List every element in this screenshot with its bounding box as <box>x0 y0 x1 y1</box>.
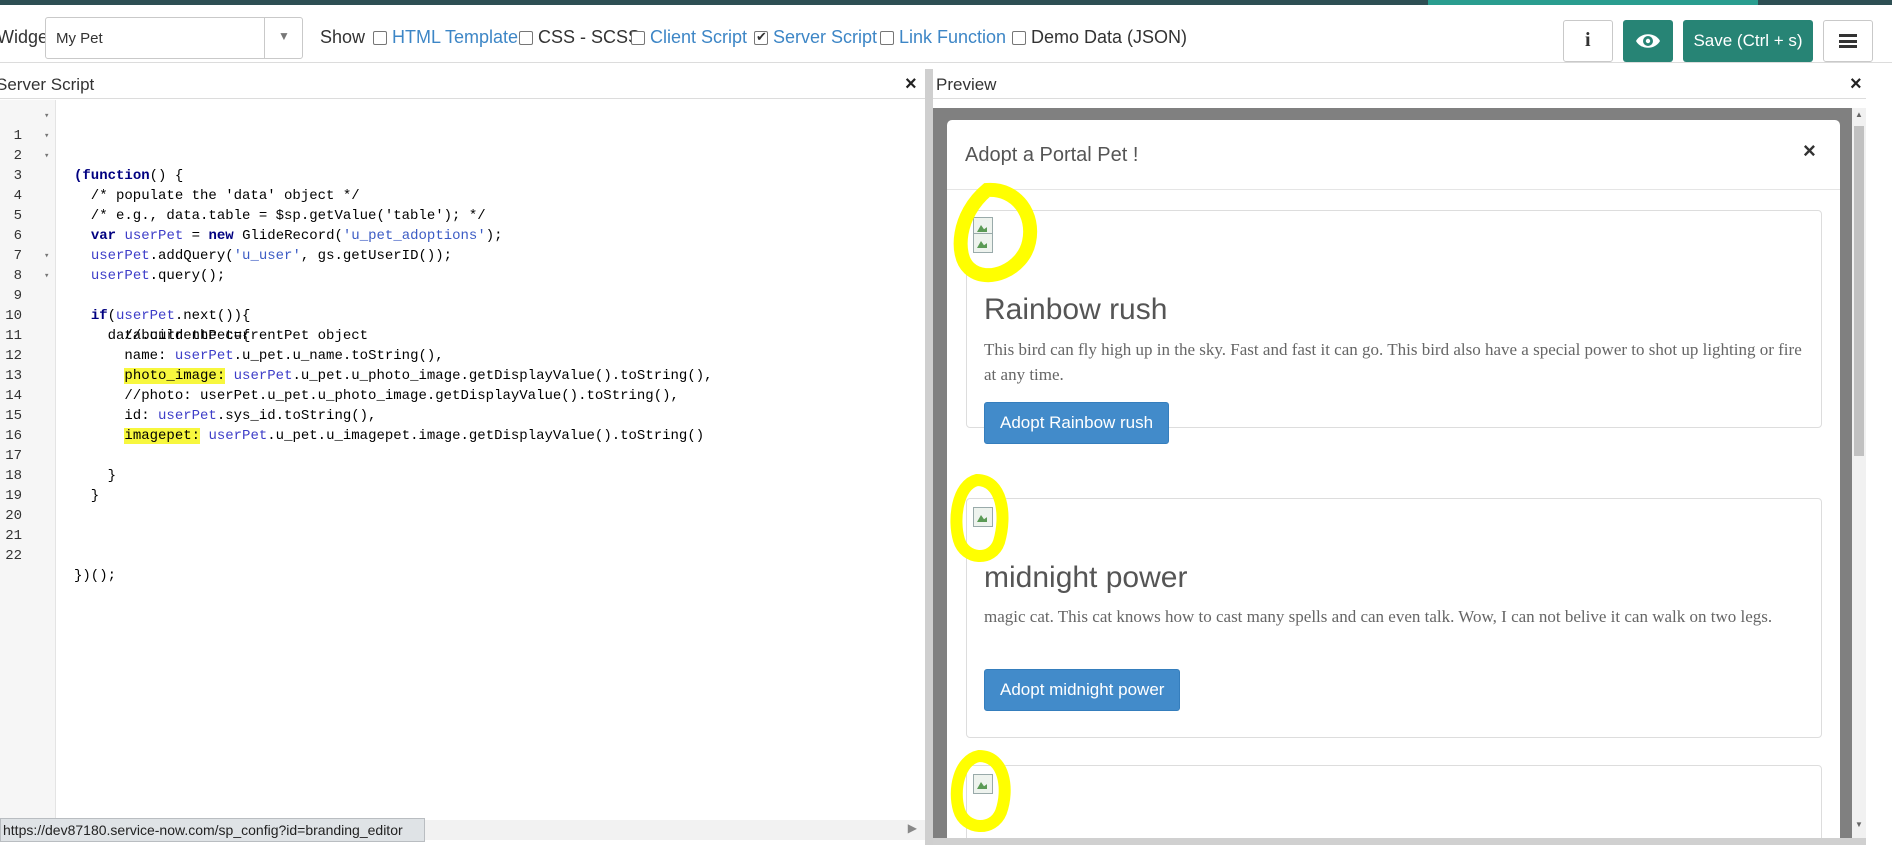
pet-name: Rainbow rush <box>984 293 1168 326</box>
code-line: 12 photo_image: userPet.u_pet.u_photo_im… <box>0 326 925 384</box>
checkbox-label: Client Script <box>650 27 748 47</box>
editor-horizontal-scrollbar[interactable]: ▶ <box>425 820 925 840</box>
pet-description: This bird can fly high up in the sky. Fa… <box>984 340 1802 384</box>
pet-description: magic cat. This cat knows how to cast ma… <box>984 607 1773 626</box>
code-line: 22 })(); <box>0 526 925 584</box>
pet-card <box>966 765 1822 845</box>
modal-title: Adopt a Portal Pet ! <box>965 144 1139 166</box>
modal-header: Adopt a Portal Pet ! × <box>947 120 1840 190</box>
checkbox-server-script[interactable]: Server Script <box>754 27 877 48</box>
widget-select-value: My Pet <box>56 30 103 47</box>
broken-image-icon <box>973 233 993 253</box>
fold-arrow-icon[interactable]: ▾ <box>44 146 49 166</box>
fold-arrow-icon[interactable]: ▾ <box>44 106 49 126</box>
hamburger-icon <box>1839 34 1857 48</box>
code-line: 1 ▾ (function() { <box>0 106 925 184</box>
preview-toggle-button[interactable] <box>1623 20 1673 62</box>
scrollbar-thumb[interactable] <box>1854 126 1864 456</box>
checkbox-label: Server Script <box>773 27 878 47</box>
code-line: 17 } <box>0 426 925 484</box>
editor-toolbar: Widget My Pet ▼ Show HTML Template CSS -… <box>0 5 1892 63</box>
close-icon[interactable]: × <box>905 73 917 96</box>
preview-bottom-edge <box>933 838 1866 845</box>
code-text: })(); <box>74 568 117 584</box>
code-line: 14 id: userPet.sys_id.toString(), <box>0 366 925 424</box>
checkbox-label: HTML Template <box>392 27 519 47</box>
line-number: 22 <box>5 548 22 564</box>
checkbox-box-checked[interactable] <box>754 29 768 45</box>
checkbox-css-scss[interactable]: CSS - SCSS <box>519 27 640 48</box>
menu-button[interactable] <box>1823 20 1873 62</box>
broken-image-icon <box>973 774 993 794</box>
code-line: 4 <box>0 166 925 204</box>
code-line: 16 <box>0 406 925 444</box>
checkbox-box[interactable] <box>880 30 894 45</box>
widget-select-arrow[interactable]: ▼ <box>264 18 302 58</box>
code-line: 3 ▾ /* e.g., data.table = $sp.getValue('… <box>0 146 925 224</box>
pet-name: midnight power <box>984 561 1188 594</box>
code-line: 18 } <box>0 446 925 504</box>
checkbox-label: CSS - SCSS <box>538 27 641 47</box>
checkbox-box[interactable] <box>519 30 533 45</box>
code-line: 9 ▾ data.currentPet={ <box>0 266 925 344</box>
code-line: 5 var userPet = new GlideRecord('u_pet_a… <box>0 186 925 244</box>
preview-header: Preview × <box>933 69 1866 99</box>
code-line: 8 ▾ if(userPet.next()){ <box>0 246 925 324</box>
info-button[interactable]: i <box>1563 20 1613 62</box>
save-button[interactable]: Save (Ctrl + s) <box>1683 20 1813 62</box>
close-icon[interactable]: × <box>1803 138 1816 164</box>
checkbox-box[interactable] <box>631 30 645 45</box>
adopt-button[interactable]: Adopt Rainbow rush <box>984 402 1170 444</box>
panel-splitter[interactable] <box>925 69 933 845</box>
checkbox-demo-data[interactable]: Demo Data (JSON) <box>1012 27 1187 48</box>
widget-editor-app: { "toolbar": { "widget_label": "Widget",… <box>0 0 1892 845</box>
checkbox-client-script[interactable]: Client Script <box>631 27 747 48</box>
code-editor[interactable]: 1 ▾ (function() { 2 ▾ /* populate the 'd… <box>0 100 925 830</box>
code-line: 19 <box>0 466 925 504</box>
pet-card: Rainbow rush This bird can fly high up i… <box>966 210 1822 444</box>
code-line: 6 userPet.addQuery('u_user', gs.getUserI… <box>0 206 925 264</box>
code-line: 20 <box>0 486 925 524</box>
status-bar-url: https://dev87180.service-now.com/sp_conf… <box>0 818 425 842</box>
close-icon[interactable]: × <box>1850 73 1862 96</box>
checkbox-box[interactable] <box>373 30 387 45</box>
checkbox-box[interactable] <box>1012 30 1026 45</box>
server-script-title: Server Script <box>0 75 95 94</box>
adopt-button[interactable]: Adopt midnight power <box>984 669 1181 711</box>
window-right-margin <box>1866 63 1892 845</box>
code-line: 15 imagepet: userPet.u_pet.u_imagepet.im… <box>0 386 925 444</box>
info-icon: i <box>1585 29 1591 51</box>
checkbox-link-function[interactable]: Link Function <box>880 27 1006 48</box>
checkbox-label: Demo Data (JSON) <box>1031 27 1188 47</box>
show-label: Show <box>320 27 366 47</box>
chevron-down-icon: ▼ <box>278 29 290 43</box>
preview-title: Preview <box>936 75 997 94</box>
broken-image-icon <box>973 507 993 527</box>
code-line: 2 ▾ /* populate the 'data' object */ <box>0 126 925 204</box>
widget-select[interactable]: My Pet ▼ <box>45 17 303 59</box>
code-line: 13 //photo: userPet.u_pet.u_photo_image.… <box>0 346 925 404</box>
scroll-down-icon[interactable]: ▼ <box>1855 820 1863 829</box>
code-line: 10 //build the currentPet object <box>0 286 925 344</box>
scroll-right-icon[interactable]: ▶ <box>908 821 917 835</box>
code-line: 7 userPet.query(); <box>0 226 925 284</box>
scroll-up-icon[interactable]: ▲ <box>1855 110 1863 119</box>
checkbox-label: Link Function <box>899 27 1007 47</box>
code-line: 21 <box>0 506 925 544</box>
eye-icon <box>1636 34 1660 48</box>
preview-scrollbar[interactable]: ▲ ▼ <box>1852 108 1866 838</box>
checkbox-html-template[interactable]: HTML Template <box>373 27 518 48</box>
fold-arrow-icon[interactable]: ▾ <box>44 126 49 146</box>
code-line: 11 name: userPet.u_pet.u_name.toString()… <box>0 306 925 364</box>
pet-card: midnight power magic cat. This cat knows… <box>966 498 1822 738</box>
fold-arrow-icon[interactable]: ▾ <box>44 266 49 286</box>
fold-arrow-icon[interactable]: ▾ <box>44 246 49 266</box>
adopt-pet-modal: Adopt a Portal Pet ! × Rainbow rush This… <box>947 120 1840 845</box>
server-script-header: Server Script × <box>0 69 925 99</box>
